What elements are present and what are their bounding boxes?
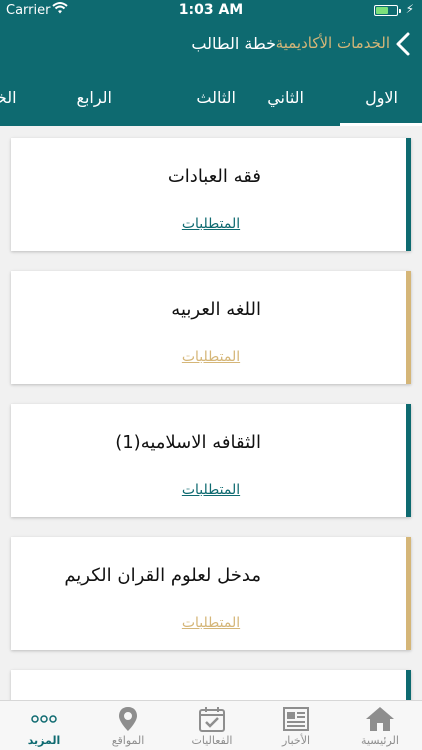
back-button[interactable]: الخدمات الأكاديمية — [276, 34, 390, 52]
card-accent-bar — [406, 138, 411, 251]
course-name: فقه العبادات — [167, 166, 261, 187]
tab-fifth[interactable]: الخا — [0, 88, 17, 107]
course-list[interactable]: فقه العبادات المتطلبات اللغه العربيه الم… — [0, 126, 422, 700]
navigation-bar: الخدمات الأكاديمية خطة الطالب — [0, 28, 422, 62]
course-card — [11, 670, 411, 700]
status-bar: Carrier 1:03 AM ⚡ — [0, 0, 422, 22]
charging-icon: ⚡ — [405, 2, 414, 16]
tabbar-label: المواقع — [111, 734, 145, 747]
card-accent-bar — [406, 537, 411, 650]
home-icon — [365, 706, 395, 732]
location-pin-icon — [113, 706, 143, 732]
requirements-link[interactable]: المتطلبات — [11, 216, 411, 232]
tab-first[interactable]: الاول — [365, 88, 398, 107]
calendar-icon — [197, 706, 227, 732]
app-header: Carrier 1:03 AM ⚡ الخدمات الأكاديمية خطة… — [0, 0, 422, 126]
course-card: مدخل لعلوم القران الكريم المتطلبات — [11, 537, 411, 650]
course-name: اللغه العربيه — [171, 299, 261, 320]
course-name: الثقافه الاسلاميه(1) — [115, 432, 261, 453]
requirements-link[interactable]: المتطلبات — [11, 482, 411, 498]
more-icon — [29, 706, 59, 732]
course-card: الثقافه الاسلاميه(1) المتطلبات — [11, 404, 411, 517]
page-title: خطة الطالب — [191, 34, 276, 53]
tabbar-item-home[interactable]: الرئيسية — [338, 701, 422, 750]
tabbar-item-events[interactable]: الفعاليات — [170, 701, 254, 750]
tab-third[interactable]: الثالث — [196, 88, 236, 107]
course-card: اللغه العربيه المتطلبات — [11, 271, 411, 384]
card-accent-bar — [406, 404, 411, 517]
tab-second[interactable]: الثاني — [267, 88, 304, 107]
semester-tabs: الاول الثاني الثالث الرابع الخا — [0, 80, 422, 126]
clock: 1:03 AM — [178, 2, 244, 18]
tabbar-item-news[interactable]: الأخبار — [254, 701, 338, 750]
requirements-link[interactable]: المتطلبات — [11, 615, 411, 631]
tabbar-label: الفعاليات — [191, 734, 233, 747]
back-chevron-icon[interactable] — [394, 31, 412, 57]
course-card: فقه العبادات المتطلبات — [11, 138, 411, 251]
card-accent-bar — [406, 670, 411, 700]
tabbar-label: المزيد — [27, 734, 61, 747]
newspaper-icon — [281, 706, 311, 732]
course-name: مدخل لعلوم القران الكريم — [64, 565, 261, 586]
bottom-tab-bar: الرئيسية الأخبار الفعاليات المواقع المزي… — [0, 700, 422, 750]
tabbar-item-locations[interactable]: المواقع — [86, 701, 170, 750]
card-accent-bar — [406, 271, 411, 384]
tab-fourth[interactable]: الرابع — [76, 88, 112, 107]
battery-icon — [374, 5, 401, 16]
tabbar-label: الرئيسية — [361, 734, 399, 747]
tabbar-item-more[interactable]: المزيد — [2, 701, 86, 750]
tabbar-label: الأخبار — [281, 734, 311, 747]
requirements-link[interactable]: المتطلبات — [11, 349, 411, 365]
